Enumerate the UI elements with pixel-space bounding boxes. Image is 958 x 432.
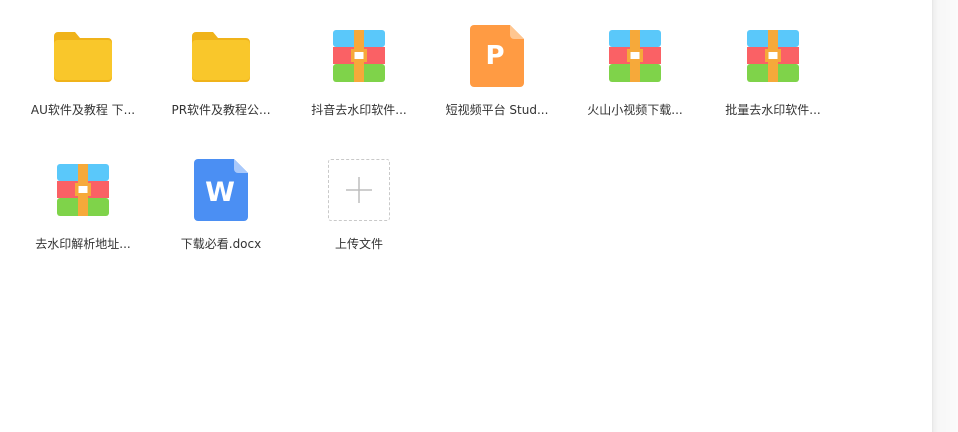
file-item-short-video-studio[interactable]: P 短视频平台 Stud... <box>428 18 566 138</box>
file-name: PR软件及教程公... <box>171 103 271 117</box>
upload-file-tile[interactable]: 上传文件 <box>290 152 428 272</box>
folder-icon <box>14 24 152 88</box>
file-item-download-readme[interactable]: W 下载必看.docx <box>152 152 290 272</box>
ppt-file-icon: P <box>428 24 566 88</box>
file-name: 火山小视频下载... <box>587 103 683 117</box>
file-item-watermark-parse[interactable]: 去水印解析地址... <box>14 152 152 272</box>
file-name: 抖音去水印软件... <box>311 103 407 117</box>
upload-label: 上传文件 <box>334 237 383 251</box>
upload-button[interactable] <box>328 159 390 221</box>
file-item-pr-tutorial[interactable]: PR软件及教程公... <box>152 18 290 138</box>
file-grid: AU软件及教程 下... PR软件及教程公... 抖音去水印软件... P 短视… <box>14 18 914 286</box>
upload-box-wrap <box>290 158 428 222</box>
word-glyph: W <box>205 177 235 208</box>
file-name: 去水印解析地址... <box>35 237 131 251</box>
file-name: 批量去水印软件... <box>725 103 821 117</box>
archive-icon <box>704 24 842 88</box>
file-name: AU软件及教程 下... <box>30 103 136 117</box>
file-name: 短视频平台 Stud... <box>445 103 549 117</box>
file-item-batch-watermark[interactable]: 批量去水印软件... <box>704 18 842 138</box>
ppt-glyph: P <box>485 41 504 71</box>
folder-icon <box>152 24 290 88</box>
file-name: 下载必看.docx <box>180 237 262 251</box>
archive-icon <box>566 24 704 88</box>
file-item-huoshan-download[interactable]: 火山小视频下载... <box>566 18 704 138</box>
archive-icon <box>14 158 152 222</box>
panel-divider <box>932 0 958 432</box>
file-browser-page: AU软件及教程 下... PR软件及教程公... 抖音去水印软件... P 短视… <box>0 0 958 432</box>
file-item-douyin-watermark[interactable]: 抖音去水印软件... <box>290 18 428 138</box>
file-row-1: AU软件及教程 下... PR软件及教程公... 抖音去水印软件... P 短视… <box>14 18 914 152</box>
word-file-icon: W <box>152 158 290 222</box>
file-row-2: 去水印解析地址... W 下载必看.docx 上传文件 <box>14 152 914 286</box>
plus-icon <box>346 177 372 203</box>
archive-icon <box>290 24 428 88</box>
file-item-au-tutorial[interactable]: AU软件及教程 下... <box>14 18 152 138</box>
